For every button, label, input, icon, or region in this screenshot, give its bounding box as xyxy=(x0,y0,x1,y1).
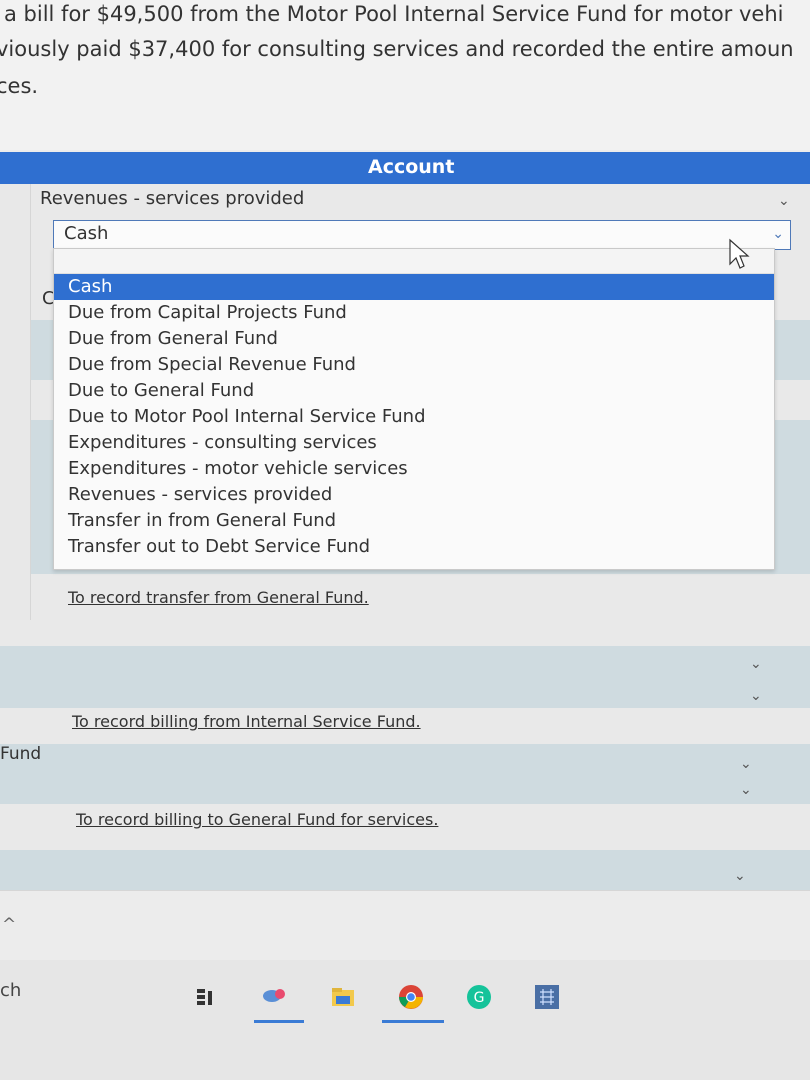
mouse-cursor-icon xyxy=(729,238,750,269)
dropdown-blank-option[interactable] xyxy=(54,249,774,274)
table-row: Revenues - services provided ⌄ xyxy=(0,184,810,219)
memo-transfer-text: To record transfer from General Fund. xyxy=(68,588,369,607)
taskbar: ch G xyxy=(0,960,810,1080)
paint-icon[interactable] xyxy=(262,984,288,1010)
account-header-label: Account xyxy=(368,156,455,178)
active-app-indicator xyxy=(382,1020,444,1023)
dropdown-option[interactable]: Transfer in from General Fund xyxy=(54,508,774,534)
chevron-down-icon[interactable]: ⌄ xyxy=(750,657,762,671)
chevron-down-icon[interactable]: ⌄ xyxy=(740,757,752,771)
chevron-down-icon[interactable]: ⌄ xyxy=(740,783,752,797)
file-explorer-icon[interactable] xyxy=(330,984,356,1010)
collapse-caret-icon[interactable]: ^ xyxy=(2,915,16,935)
account-value-text: Revenues - services provided xyxy=(40,188,305,209)
memo-billing-from-isf-text: To record billing from Internal Service … xyxy=(72,712,421,731)
account-select[interactable]: Cash ⌄ xyxy=(53,220,791,250)
account-dropdown-list[interactable]: Cash Due from Capital Projects Fund Due … xyxy=(53,248,775,570)
table-row: ⌄ xyxy=(0,774,810,805)
dropdown-option[interactable]: Due from Capital Projects Fund xyxy=(54,300,774,326)
chrome-icon[interactable] xyxy=(398,984,424,1010)
table-row: To record transfer from General Fund. xyxy=(0,574,810,621)
dropdown-option[interactable]: Expenditures - consulting services xyxy=(54,430,774,456)
dropdown-option[interactable]: Expenditures - motor vehicle services xyxy=(54,456,774,482)
table-row: To record billing to General Fund for se… xyxy=(0,804,810,841)
dropdown-option[interactable]: Due to Motor Pool Internal Service Fund xyxy=(54,404,774,430)
dropdown-option[interactable]: Cash xyxy=(54,274,774,300)
table-row: To record billing from Internal Service … xyxy=(0,708,810,745)
task-view-icon[interactable] xyxy=(194,984,220,1010)
chevron-down-icon[interactable]: ⌄ xyxy=(772,226,784,242)
table-row: ⌄ xyxy=(0,850,810,891)
chevron-down-icon[interactable]: ⌄ xyxy=(750,689,762,703)
dropdown-option[interactable]: Due to General Fund xyxy=(54,378,774,404)
account-select-value: Cash xyxy=(64,223,109,244)
svg-text:G: G xyxy=(474,990,485,1006)
memo-billing-to-gf-text: To record billing to General Fund for se… xyxy=(76,810,439,829)
active-app-indicator xyxy=(254,1020,304,1023)
chevron-down-icon[interactable]: ⌄ xyxy=(778,194,790,208)
table-row xyxy=(0,620,810,647)
dropdown-option[interactable]: Revenues - services provided xyxy=(54,482,774,508)
search-label-fragment[interactable]: ch xyxy=(0,980,21,1001)
table-row: Fund ⌄ xyxy=(0,744,810,775)
fund-label: Fund xyxy=(0,744,42,764)
dropdown-option[interactable]: Due from Special Revenue Fund xyxy=(54,352,774,378)
table-row: ⌄ xyxy=(0,646,810,683)
account-column-header: Account xyxy=(0,152,810,184)
table-row: ⌄ xyxy=(0,682,810,709)
chevron-down-icon[interactable]: ⌄ xyxy=(734,869,746,883)
snipping-icon[interactable] xyxy=(534,984,560,1010)
grammarly-icon[interactable]: G xyxy=(466,984,492,1010)
dropdown-option[interactable]: Due from General Fund xyxy=(54,326,774,352)
question-text: a bill for $49,500 from the Motor Pool I… xyxy=(0,0,810,150)
question-line-2: viously paid $37,400 for consulting serv… xyxy=(0,37,794,61)
question-line-1: a bill for $49,500 from the Motor Pool I… xyxy=(4,2,784,26)
dropdown-option[interactable]: Transfer out to Debt Service Fund xyxy=(54,534,774,560)
question-line-3: ces. xyxy=(0,74,39,98)
